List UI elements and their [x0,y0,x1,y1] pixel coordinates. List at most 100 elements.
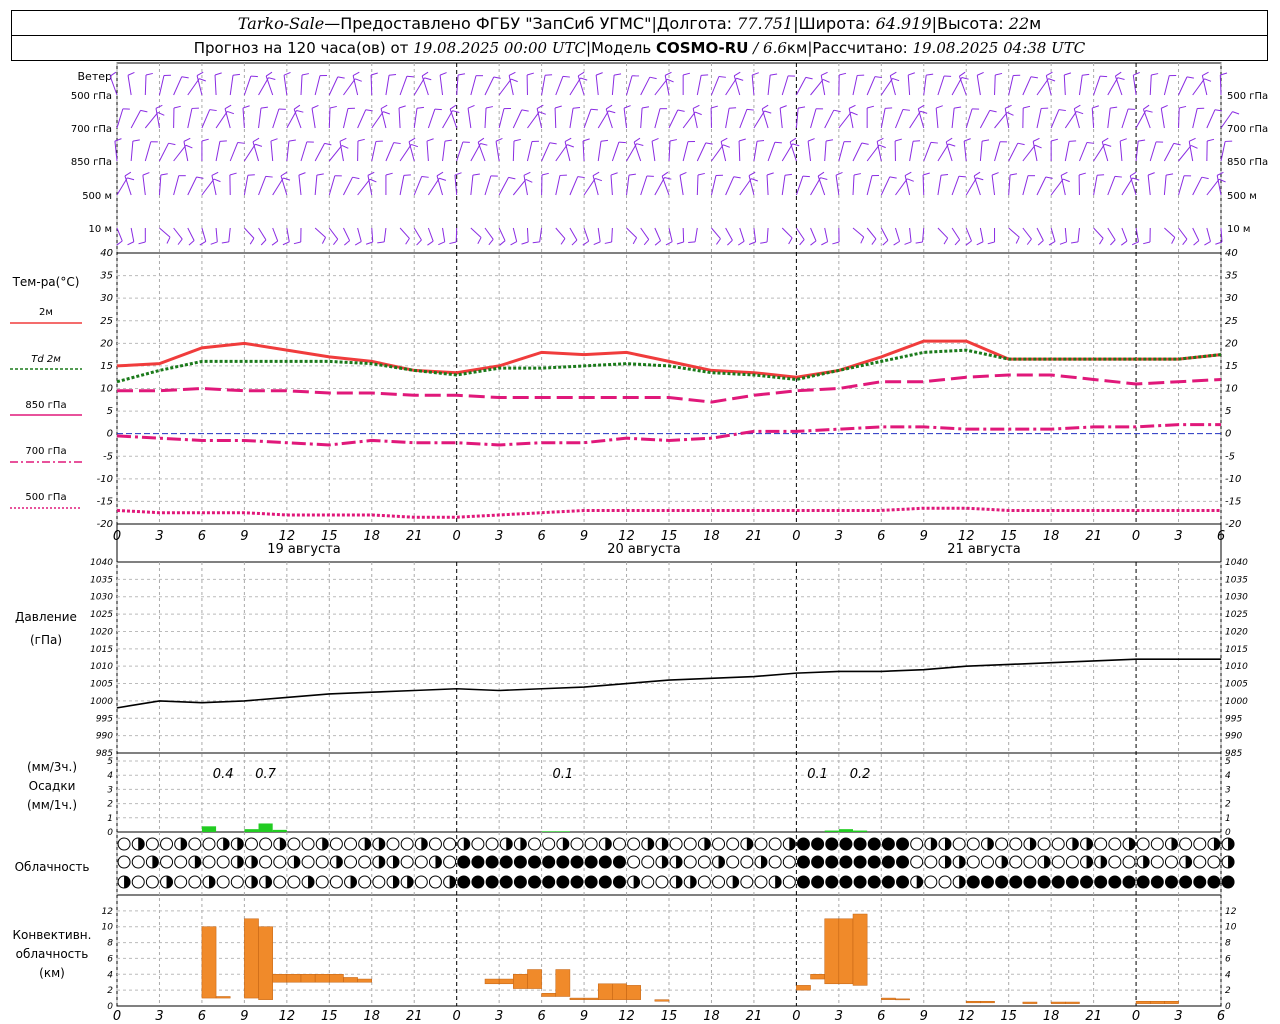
cloud-cover-symbol [612,837,626,851]
wind-barb-shaft [328,175,336,196]
wind-barb-shaft [1192,227,1200,241]
wind-barb [682,140,695,162]
cloud-cover-symbol [117,855,131,869]
wind-barb-flag [183,137,191,142]
wind-barb-shaft [852,227,865,238]
cloud-cover-symbol [881,875,895,889]
wind-barb-shaft [824,141,827,162]
wind-barb-shaft [1022,76,1032,96]
wind-barb [880,176,897,196]
wind-barb [272,108,286,129]
cloud-cover-symbol [712,837,726,851]
precip-bar [555,831,570,832]
wind-barb-flag [467,104,475,109]
cloud-cover-symbol [414,855,428,869]
wind-barb [199,227,207,246]
wind-barb-shaft [1064,111,1077,129]
pressure-tick-label: 1010 [90,662,113,672]
wind-barb-flag [421,71,429,77]
wind-barb [795,76,813,96]
wind-barb-flag [963,138,971,142]
cloud-cover-symbol [924,855,938,869]
wind-barb [583,108,598,129]
wind-barb-flag [1101,137,1109,143]
wind-barb [510,227,518,246]
wind-barb-flag [577,71,585,77]
wind-barb [187,227,195,246]
precip-tick-label: 3 [1225,785,1231,795]
wind-barb [258,227,267,246]
precip-tick-label: 2 [107,800,113,810]
wind-barb [272,177,291,196]
cloud-cover-symbol [853,837,867,851]
wind-barb [1147,172,1155,196]
cloud-cover-fill [152,856,159,868]
wind-barb [484,175,498,196]
wind-barb [421,71,429,96]
conv-cloud-bar [286,974,302,983]
wind-barb-flag [1131,241,1139,246]
cloud-cover-fill [124,876,131,888]
wind-barb [1143,227,1151,245]
wind-barb-flag [582,138,590,142]
wind-barb-shaft [626,75,633,96]
wind-barb [201,109,217,129]
wind-barb [1032,137,1040,162]
hour-tick-label: 21 [746,529,763,544]
conv-tick-label: 12 [1225,907,1237,917]
cloud-cover-symbol [556,875,570,889]
wind-barb [852,142,869,162]
wind-barb-shaft [661,176,670,196]
wind-barb-shaft [555,144,568,162]
wind-barb-flag [177,238,183,245]
wind-barb-shaft [725,77,737,96]
conv-cloud-bar [498,978,514,985]
cloud-cover-symbol [669,837,683,851]
hour-tick-label: 6 [1217,529,1225,544]
wind-barb [852,173,861,196]
precip-tick-label: 0 [107,828,113,838]
wind-barb-flag [232,73,241,76]
wind-barb-flag [521,241,529,245]
conv-cloud-bar [881,997,896,1000]
wind-barb-shaft [470,175,474,196]
wind-barb [564,137,572,162]
wind-level-label-right: 850 гПа [1227,157,1268,168]
wind-barb-shaft [144,74,147,96]
precip-bar [541,831,556,832]
wind-barb [367,171,375,196]
cloud-cover-symbol [952,837,966,851]
wind-barb-shaft [739,178,752,196]
cloud-cover-symbol [358,855,372,869]
hour-tick-label: 21 [1085,529,1102,544]
cloud-cover-symbol [1136,875,1150,889]
wind-barb [766,172,774,196]
cloud-cover-symbol [867,875,881,889]
wind-barb [541,142,557,162]
wind-barb [413,175,429,196]
wind-barb [1022,175,1036,196]
wind-barb [682,72,691,95]
wind-barb [753,140,765,162]
wind-barb-shaft [779,108,783,129]
cloud-cover-symbol [1094,875,1108,889]
temp-tick-label: 15 [100,361,113,372]
cloud-cover-fill [1228,856,1235,868]
conv-cloud-bar [272,974,288,983]
wind-barb-flag [1059,241,1067,245]
cloud-cover-fill [732,876,739,888]
wind-barb [569,107,581,129]
wind-barb-flag [649,76,657,80]
cloud-cover-symbol [428,875,442,889]
wind-barb-shaft [880,227,889,241]
wind-barb-shaft [935,108,939,129]
wind-barb [738,138,746,162]
wind-barb [994,72,1003,96]
cloud-cover-symbol [641,875,655,889]
wind-barb [159,142,176,162]
wind-barb-flag [252,137,260,143]
wind-barb-shaft [1078,142,1088,162]
wind-barb-shaft [894,109,904,129]
wind-barb-shaft [1064,141,1070,162]
wind-barb-shaft [498,108,505,129]
